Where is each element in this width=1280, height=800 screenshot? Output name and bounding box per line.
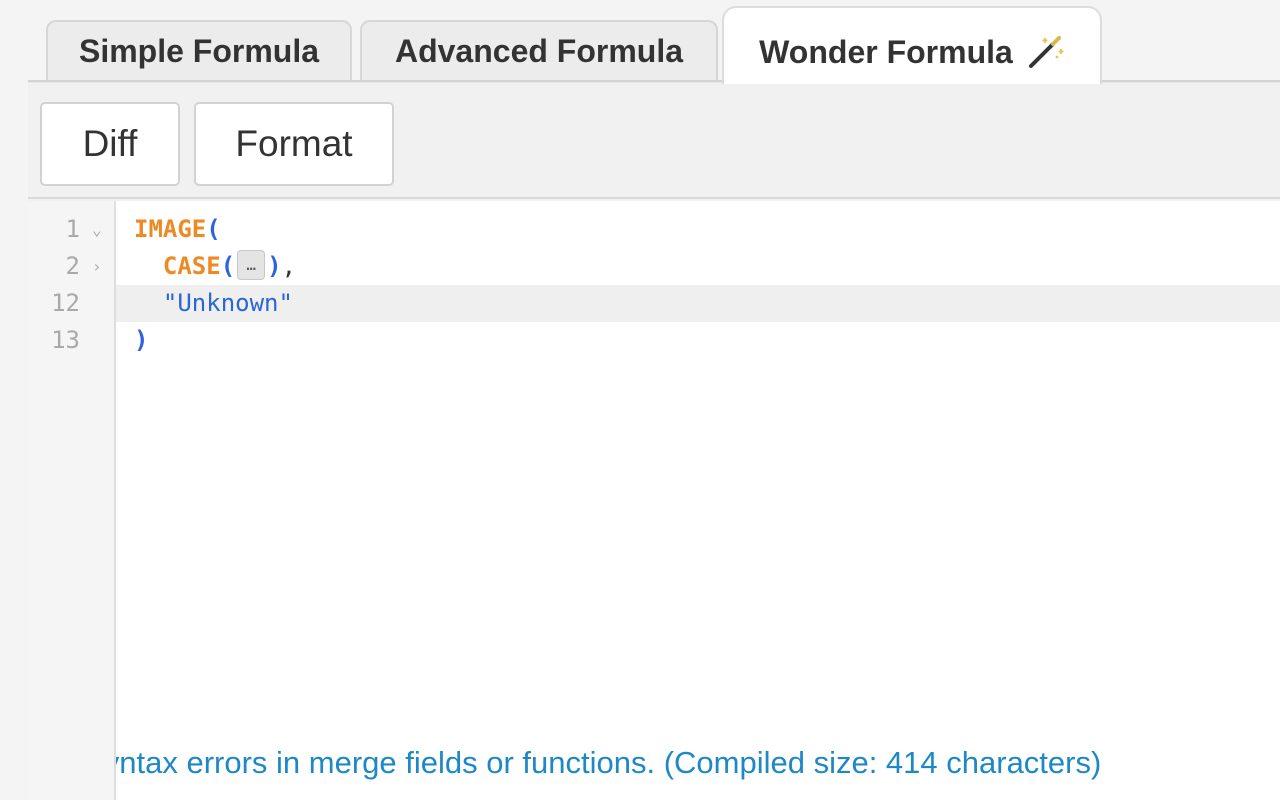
comma-token: , xyxy=(281,252,297,280)
tab-wonder-formula-label: Wonder Formula xyxy=(759,33,1013,70)
code-editor[interactable]: 1 ⌄ IMAGE( 2 › CASE(…), 12 "Unknown" 13 … xyxy=(28,201,1280,800)
function-token: CASE xyxy=(162,252,221,280)
code-content: IMAGE( xyxy=(134,211,221,248)
format-button[interactable]: Format xyxy=(194,102,394,186)
string-token: "Unknown" xyxy=(162,289,293,317)
code-line-active: 12 "Unknown" xyxy=(28,285,1280,322)
function-token: IMAGE xyxy=(134,215,207,243)
code-content: CASE(…), xyxy=(134,248,296,285)
tab-simple-formula[interactable]: Simple Formula xyxy=(46,20,352,80)
magic-wand-icon xyxy=(1027,35,1065,69)
paren-token: ( xyxy=(220,252,236,280)
line-number: 13 xyxy=(51,326,80,354)
fold-toggle-icon[interactable]: ⌄ xyxy=(92,211,102,248)
paren-token: ) xyxy=(267,252,282,280)
tab-wonder-formula[interactable]: Wonder Formula xyxy=(722,6,1102,84)
paren-token: ( xyxy=(206,215,221,243)
line-number: 1 xyxy=(65,215,80,243)
line-number: 12 xyxy=(51,289,80,317)
editor-toolbar: Diff Format xyxy=(28,83,1280,199)
code-content: "Unknown" xyxy=(134,285,293,322)
syntax-status-message: No syntax errors in merge fields or func… xyxy=(40,745,1102,780)
tab-advanced-formula[interactable]: Advanced Formula xyxy=(360,20,718,80)
formula-tab-bar: Simple Formula Advanced Formula Wonder F… xyxy=(28,0,1280,84)
code-line: 2 › CASE(…), xyxy=(28,248,1280,285)
unfold-toggle-icon[interactable]: › xyxy=(92,248,102,285)
diff-button[interactable]: Diff xyxy=(40,102,180,186)
tab-advanced-formula-label: Advanced Formula xyxy=(394,32,684,69)
code-line: 1 ⌄ IMAGE( xyxy=(28,211,1280,248)
tab-simple-formula-label: Simple Formula xyxy=(78,32,320,69)
code-content: ) xyxy=(134,322,148,359)
paren-token: ) xyxy=(134,326,149,354)
code-line: 13 ) xyxy=(28,322,1280,359)
line-number: 2 xyxy=(65,252,80,280)
formula-panel: Diff Format 1 ⌄ IMAGE( 2 › CASE(…), 12 "… xyxy=(28,82,1280,800)
folded-code-widget[interactable]: … xyxy=(237,250,266,280)
